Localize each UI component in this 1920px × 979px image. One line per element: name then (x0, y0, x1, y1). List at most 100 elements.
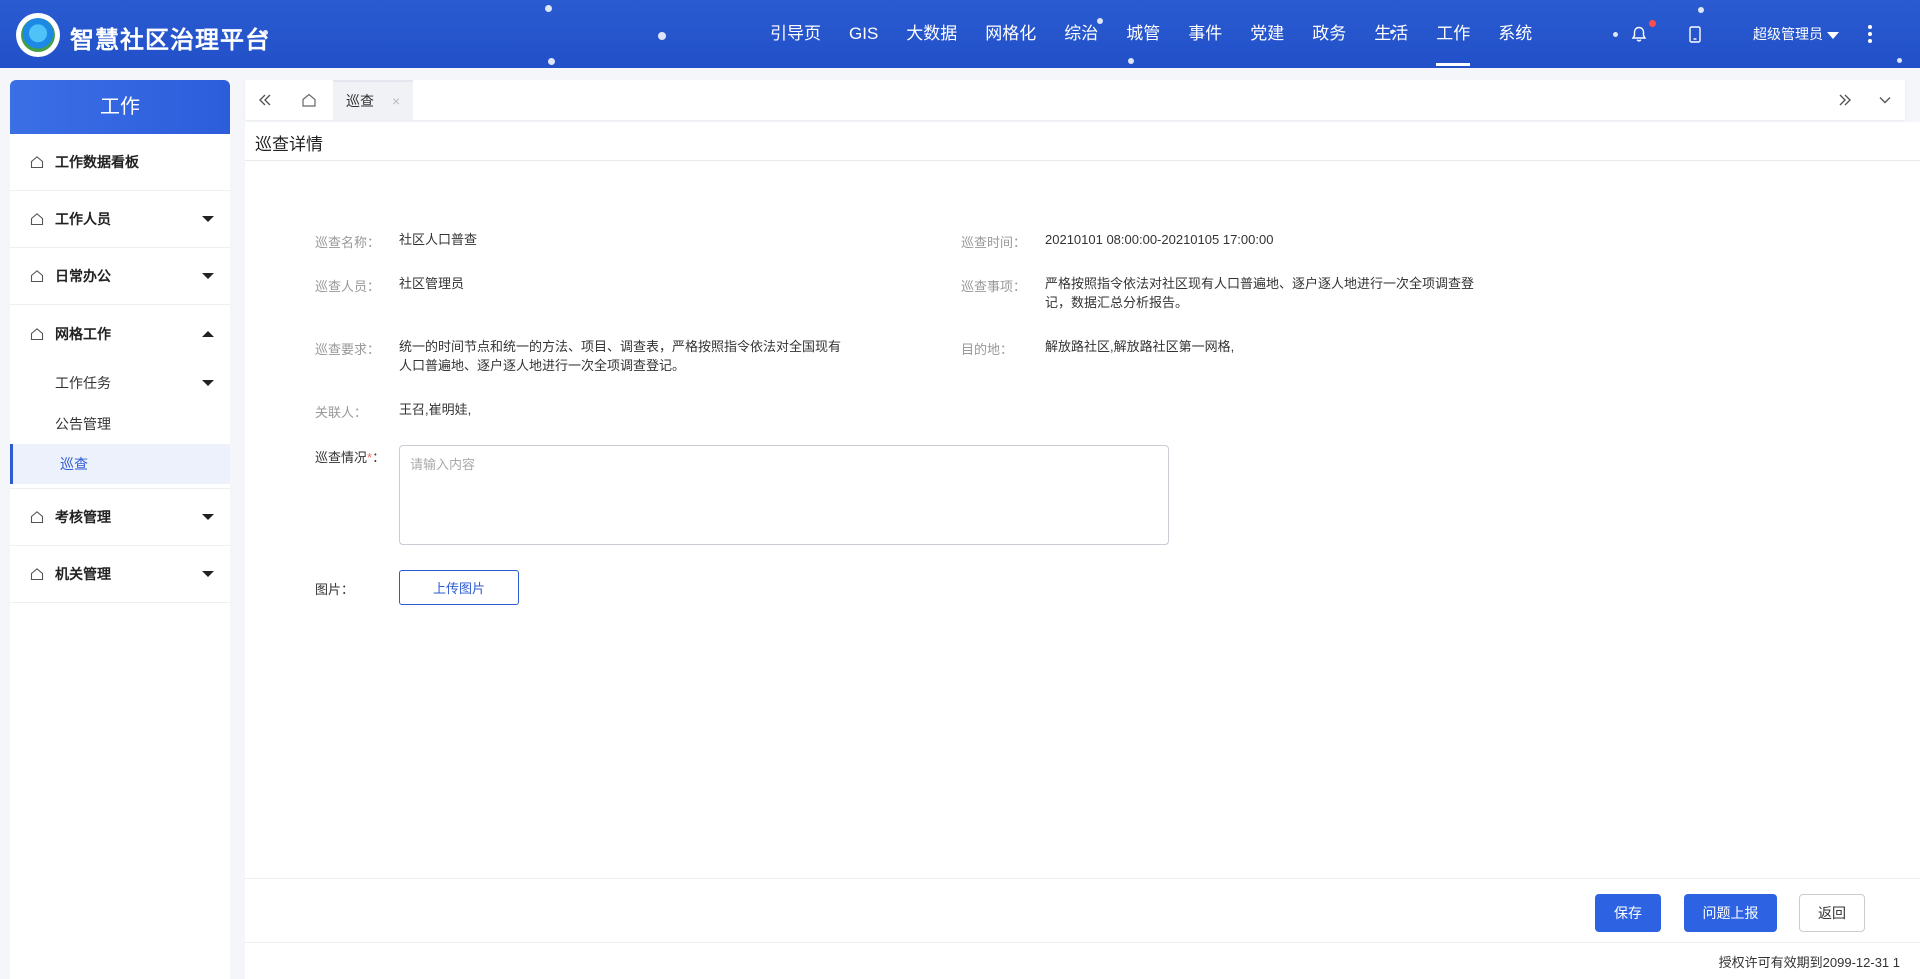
patrol-name-value: 社区人口普查 (399, 232, 478, 247)
nav-item-government[interactable]: 政务 (1298, 0, 1360, 68)
patrol-requirement-value: 统一的时间节点和统一的方法、项目、调查表，严格按照指令依法对全国现有 人口普遍地… (399, 337, 841, 375)
patrol-time-label: 巡查时间： (961, 235, 1027, 250)
save-button[interactable]: 保存 (1595, 894, 1661, 932)
bell-icon[interactable] (1630, 20, 1656, 43)
sidebar-item-assessment[interactable]: 考核管理 (10, 489, 230, 546)
sidebar-subitem-announcements[interactable]: 公告管理 (10, 404, 230, 444)
top-nav: 引导页 GIS 大数据 网格化 综治 城管 事件 党建 政务 生活 工作 系统 (756, 0, 1546, 68)
nav-item-life[interactable]: 生活 (1360, 0, 1422, 68)
home-icon[interactable] (289, 80, 329, 120)
home-icon (30, 270, 44, 283)
snow-decoration (545, 5, 552, 12)
chevron-down-icon (202, 273, 214, 279)
patrol-situation-label: 巡查情况*： (315, 450, 386, 465)
sidebar-item-agency[interactable]: 机关管理 (10, 546, 230, 603)
main-content: 巡查详情 巡查名称： 社区人口普查 巡查时间： 20210101 08:00:0… (245, 122, 1920, 979)
sidebar-item-daily-office[interactable]: 日常办公 (10, 248, 230, 305)
patrol-matter-line-1: 严格按照指令依法对社区现有人口普遍地、逐户逐人地进行一次全项调查登 (1045, 276, 1475, 291)
image-label: 图片： (315, 582, 355, 597)
nav-item-gis[interactable]: GIS (835, 0, 892, 68)
patrol-person-value: 社区管理员 (399, 276, 465, 291)
tab-bar: 巡查 × (245, 80, 1905, 120)
nav-item-grid[interactable]: 网格化 (971, 0, 1050, 68)
patrol-name-label: 巡查名称： (315, 235, 381, 250)
sidebar-item-label: 日常办公 (55, 268, 111, 284)
more-vertical-icon[interactable] (1868, 25, 1872, 46)
patrol-matter-value: 严格按照指令依法对社区现有人口普遍地、逐户逐人地进行一次全项调查登 记，数据汇总… (1045, 274, 1474, 312)
grid-work-submenu: 工作任务 公告管理 巡查 (10, 362, 230, 489)
divider (245, 942, 1920, 943)
contact-value: 王召,崔明娃, (399, 402, 472, 417)
patrol-matter-label: 巡查事项： (961, 279, 1027, 294)
snow-decoration (1613, 32, 1618, 37)
nav-item-work[interactable]: 工作 (1422, 0, 1484, 68)
chevron-down-icon (202, 514, 214, 520)
sidebar-header: 工作 (10, 80, 230, 134)
tab-patrol[interactable]: 巡查 × (333, 80, 413, 120)
chevron-down-icon (202, 216, 214, 222)
home-icon (30, 327, 44, 340)
tablet-icon[interactable] (1686, 25, 1704, 43)
contact-label: 关联人： (315, 405, 368, 420)
snow-decoration (548, 58, 555, 65)
upload-image-button[interactable]: 上传图片 (399, 570, 519, 605)
double-chevron-right-icon[interactable] (1825, 80, 1865, 120)
sidebar-item-label: 网格工作 (55, 325, 111, 342)
sidebar-item-grid-work[interactable]: 网格工作 (10, 305, 230, 362)
nav-item-bigdata[interactable]: 大数据 (892, 0, 971, 68)
notification-dot (1649, 20, 1656, 27)
sidebar-item-label: 机关管理 (55, 566, 111, 582)
nav-item-urban[interactable]: 城管 (1112, 0, 1174, 68)
destination-label: 目的地： (961, 342, 1014, 357)
sidebar-subitem-patrol[interactable]: 巡查 (10, 444, 230, 484)
app-logo (16, 13, 60, 57)
sidebar-item-label: 工作数据看板 (55, 154, 139, 170)
sidebar-subitem-work-tasks[interactable]: 工作任务 (10, 362, 230, 404)
nav-item-events[interactable]: 事件 (1174, 0, 1236, 68)
double-chevron-left-icon[interactable] (245, 80, 285, 120)
patrol-person-label: 巡查人员： (315, 279, 381, 294)
user-menu[interactable]: 超级管理员 (1753, 24, 1839, 44)
sidebar-item-label: 考核管理 (55, 509, 111, 525)
patrol-matter-line-2: 记，数据汇总分析报告。 (1045, 295, 1189, 310)
sidebar-subitem-label: 工作任务 (55, 375, 111, 391)
chevron-down-icon (202, 571, 214, 577)
nav-item-guide[interactable]: 引导页 (756, 0, 835, 68)
sidebar-subitem-label: 公告管理 (55, 416, 111, 432)
sidebar-item-work-dashboard[interactable]: 工作数据看板 (10, 134, 230, 191)
page-title: 巡查详情 (255, 135, 323, 154)
snow-decoration (658, 32, 666, 40)
tab-label: 巡查 (346, 93, 374, 109)
header-icons (1630, 0, 1742, 68)
sidebar-item-staff[interactable]: 工作人员 (10, 191, 230, 248)
top-header: 智慧社区治理平台 引导页 GIS 大数据 网格化 综治 城管 事件 党建 政务 … (0, 0, 1920, 68)
app-title: 智慧社区治理平台 (70, 27, 270, 54)
close-icon[interactable]: × (392, 93, 400, 109)
patrol-situation-textarea[interactable]: 请输入内容 (399, 445, 1169, 545)
chevron-down-icon (202, 380, 214, 386)
sidebar: 工作 工作数据看板 工作人员 日常办公 网格工作 工作任务 公告管理 巡查 考核… (10, 80, 230, 979)
home-icon (30, 156, 44, 169)
sidebar-item-label: 工作人员 (55, 211, 111, 227)
back-button[interactable]: 返回 (1799, 894, 1865, 932)
home-icon (30, 568, 44, 581)
home-icon (30, 213, 44, 226)
home-icon (30, 511, 44, 524)
report-issue-button[interactable]: 问题上报 (1684, 894, 1777, 932)
chevron-up-icon (202, 330, 214, 337)
nav-item-party[interactable]: 党建 (1236, 0, 1298, 68)
patrol-time-value: 20210101 08:00:00-20210105 17:00:00 (1045, 232, 1274, 247)
user-name: 超级管理员 (1753, 26, 1823, 42)
patrol-requirement-line-2: 人口普遍地、逐户逐人地进行一次全项调查登记。 (399, 358, 686, 373)
license-text: 授权许可有效期到2099-12-31 1 (1718, 955, 1900, 970)
divider (245, 878, 1920, 879)
patrol-requirement-line-1: 统一的时间节点和统一的方法、项目、调查表，严格按照指令依法对全国现有 (399, 339, 842, 354)
caret-down-icon (1827, 31, 1839, 39)
nav-item-governance[interactable]: 综治 (1050, 0, 1112, 68)
sidebar-subitem-label: 巡查 (60, 456, 88, 472)
snow-decoration (1897, 58, 1902, 63)
patrol-requirement-label: 巡查要求： (315, 342, 381, 357)
destination-value: 解放路社区,解放路社区第一网格, (1045, 339, 1235, 354)
nav-item-system[interactable]: 系统 (1484, 0, 1546, 68)
chevron-down-icon[interactable] (1865, 80, 1905, 120)
